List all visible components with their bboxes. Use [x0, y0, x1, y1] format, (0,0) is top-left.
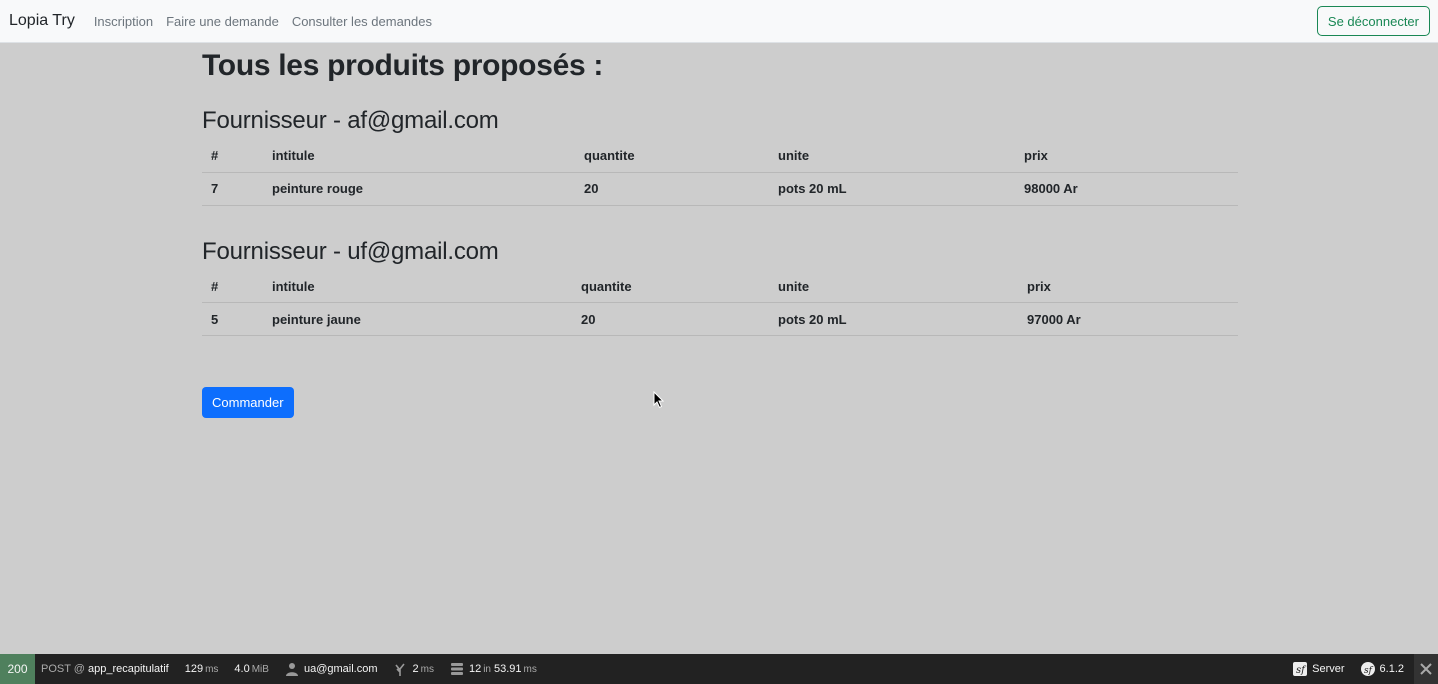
nav-link-faire-demande[interactable]: Faire une demande	[166, 14, 279, 29]
status-code-badge[interactable]: 200	[0, 654, 35, 684]
cell-quantite: 20	[581, 311, 596, 327]
column-header-prix: prix	[1027, 278, 1051, 294]
column-header-unite: unite	[778, 148, 810, 164]
cell-id: 7	[211, 181, 219, 196]
db-in: in	[483, 663, 491, 675]
database-icon	[450, 663, 463, 675]
close-toolbar-button[interactable]	[1414, 654, 1438, 684]
column-header-unite: unite	[778, 278, 810, 294]
cell-prix: 97000 Ar	[1027, 311, 1081, 327]
column-header-intitule: intitule	[272, 278, 315, 294]
table-header-row: # intitule quantite unite prix	[202, 140, 1238, 172]
time-value: 129	[184, 663, 204, 675]
column-header-id: #	[211, 148, 219, 164]
user-icon	[285, 663, 298, 676]
logout-button[interactable]: Se déconnecter	[1316, 6, 1430, 36]
commander-button[interactable]: Commander	[202, 387, 294, 418]
table-row: 5 peinture jaune 20 pots 20 mL 97000 Ar	[202, 303, 1238, 336]
time-unit: ms	[205, 663, 219, 675]
column-header-quantite: quantite	[581, 278, 632, 294]
twig-time: 2	[412, 663, 419, 675]
column-header-id: #	[211, 278, 219, 294]
column-header-prix: prix	[1024, 148, 1048, 164]
cell-prix: 98000 Ar	[1024, 181, 1078, 196]
user-value: ua@gmail.com	[303, 663, 378, 675]
cell-unite: pots 20 mL	[778, 181, 847, 196]
navbar: Lopia Try Inscription Faire une demande …	[0, 0, 1438, 43]
toolbar-version[interactable]: sf 6.1.2	[1360, 662, 1404, 676]
db-time: 53.91	[494, 663, 522, 675]
supplier-section: Fournisseur - af@gmail.com # intitule qu…	[202, 106, 1238, 206]
cell-intitule: peinture rouge	[272, 181, 364, 196]
column-header-intitule: intitule	[272, 148, 315, 164]
main-content: Tous les produits proposés : Fournisseur…	[202, 43, 1238, 336]
supplier-title: Fournisseur - af@gmail.com	[202, 107, 499, 134]
toolbar-time[interactable]: 129 ms	[185, 663, 219, 675]
nav-link-consulter-demandes[interactable]: Consulter les demandes	[292, 14, 432, 29]
toolbar-user[interactable]: ua@gmail.com	[285, 662, 378, 676]
symfony-version: 6.1.2	[1379, 663, 1404, 675]
supplier-title: Fournisseur - uf@gmail.com	[202, 237, 499, 265]
toolbar-request[interactable]: POST @ app_recapitulatif	[41, 663, 169, 675]
nav-link-inscription[interactable]: Inscription	[94, 14, 153, 29]
twig-icon	[395, 663, 406, 676]
products-table: # intitule quantite unite prix 5 peintur…	[202, 271, 1238, 337]
toolbar-server[interactable]: sf Server	[1293, 662, 1345, 676]
toolbar-memory[interactable]: 4.0 MiB	[234, 663, 269, 675]
cell-unite: pots 20 mL	[778, 311, 847, 327]
memory-unit: MiB	[251, 663, 269, 675]
toolbar-twig[interactable]: 2 ms	[393, 662, 434, 676]
close-icon	[1420, 663, 1432, 675]
mouse-cursor-icon	[653, 391, 665, 409]
toolbar-right: sf Server sf 6.1.2	[1287, 654, 1438, 684]
brand-link[interactable]: Lopia Try	[9, 12, 75, 30]
db-queries: 12	[468, 663, 482, 675]
debug-toolbar: 200 POST @ app_recapitulatif 129 ms 4.0 …	[0, 654, 1438, 684]
table-row: 7 peinture rouge 20 pots 20 mL 98000 Ar	[202, 172, 1238, 205]
column-header-quantite: quantite	[584, 148, 635, 164]
twig-unit: ms	[420, 663, 434, 675]
products-table: # intitule quantite unite prix 7 peintur…	[202, 140, 1238, 206]
db-unit: ms	[523, 663, 537, 675]
toolbar-database[interactable]: 12 in 53.91 ms	[450, 662, 537, 676]
cell-quantite: 20	[584, 181, 599, 196]
request-route: app_recapitulatif	[87, 663, 169, 675]
memory-value: 4.0	[234, 663, 250, 675]
page-title: Tous les produits proposés :	[202, 49, 604, 82]
request-method: POST @	[41, 663, 85, 675]
symfony-icon: sf	[1293, 662, 1308, 676]
symfony-icon: sf	[1360, 662, 1375, 676]
server-label: Server	[1312, 663, 1345, 675]
cell-intitule: peinture jaune	[272, 311, 361, 327]
supplier-section: Fournisseur - uf@gmail.com # intitule qu…	[202, 237, 1238, 337]
cell-id: 5	[211, 311, 219, 327]
table-header-row: # intitule quantite unite prix	[202, 271, 1238, 303]
